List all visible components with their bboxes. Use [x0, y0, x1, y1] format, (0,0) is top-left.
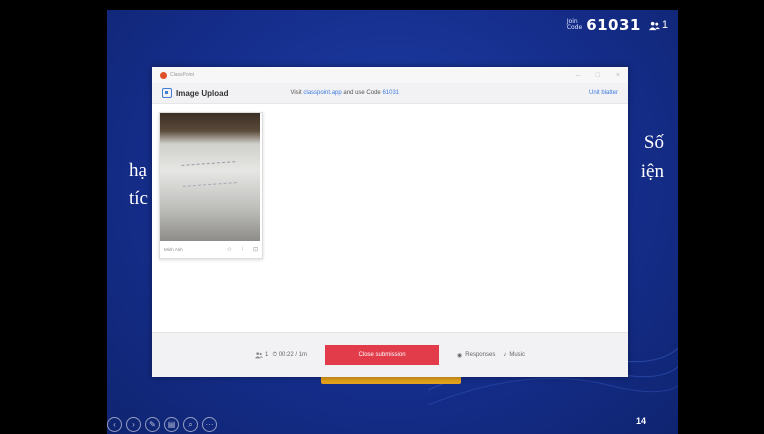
expand-icon[interactable]: ⊡	[253, 246, 258, 253]
people-icon	[648, 21, 660, 30]
music-label: Music	[509, 352, 525, 358]
minimize-button[interactable]: –	[576, 72, 580, 79]
code-label-bottom: Code	[566, 24, 583, 31]
previous-slide-button[interactable]: ‹	[107, 417, 122, 432]
star-icon[interactable]: ☆	[227, 246, 232, 253]
participant-count: 1	[648, 19, 668, 31]
more-options-button[interactable]: ···	[202, 417, 217, 432]
pen-tool-button[interactable]: ✎	[145, 417, 160, 432]
eye-icon: ◉	[457, 352, 463, 359]
responses-label: Responses	[465, 352, 496, 358]
submission-count-value: 1	[264, 352, 269, 358]
class-code: 61031	[586, 16, 641, 34]
download-icon[interactable]: ↓	[241, 246, 244, 253]
join-instructions: Visit classpoint.app and use Code 61031	[290, 90, 400, 96]
handwriting	[181, 161, 237, 187]
close-window-button[interactable]: ×	[616, 72, 620, 79]
join-link[interactable]: classpoint.app	[303, 90, 341, 96]
activity-title: Image Upload	[176, 88, 229, 98]
activity-footer: 1 ⏱ 00:22 / 1m Close submission ◉ Respon…	[152, 332, 628, 377]
slide-text-right-1: Số	[643, 132, 664, 153]
submitter-name: Minh Anh	[164, 246, 183, 252]
slide-text-right-2: iện	[640, 161, 664, 182]
timer: ⏱ 00:22 / 1m	[272, 352, 307, 359]
maximize-button[interactable]: □	[596, 72, 600, 79]
app-logo-icon	[160, 71, 167, 79]
join-code: 61031	[382, 90, 400, 96]
slide-text-left-1: hạ	[129, 160, 147, 181]
responses-toggle[interactable]: ◉ Responses	[457, 352, 495, 359]
next-slide-button[interactable]: ›	[126, 417, 141, 432]
timer-value: 00:22 / 1m	[278, 351, 308, 358]
activity-header: Image Upload Visit classpoint.app and us…	[152, 83, 628, 104]
slides-overview-button[interactable]: ▤	[164, 417, 179, 432]
submissions-area: Minh Anh ☆ ↓ ⊡	[152, 104, 628, 332]
submission-footer: Minh Anh ☆ ↓ ⊡	[160, 241, 262, 257]
submission-count: 1	[254, 351, 269, 359]
window-titlebar: ClassPoint – □ ×	[152, 67, 628, 83]
music-toggle[interactable]: ♪ Music	[503, 352, 525, 358]
clock-icon: ⏱	[272, 351, 278, 358]
submitted-image[interactable]	[160, 113, 260, 241]
close-submission-button[interactable]: Close submission	[325, 345, 440, 365]
slide-page-number: 14	[635, 416, 646, 426]
slide-text-left-2: tíc	[129, 188, 148, 209]
presenter-toolbar: ‹ › ✎ ▤ ⌕ ···	[107, 417, 217, 432]
people-icon	[254, 352, 263, 359]
submission-card[interactable]: Minh Anh ☆ ↓ ⊡	[159, 112, 263, 259]
music-note-icon: ♪	[503, 352, 507, 358]
zoom-button[interactable]: ⌕	[183, 417, 198, 432]
app-name: ClassPoint	[170, 72, 194, 78]
header-action-link[interactable]: Unit blatter	[589, 90, 618, 96]
image-upload-window: ClassPoint – □ × Image Upload Visit clas…	[152, 67, 628, 377]
participant-count-value: 1	[661, 19, 668, 31]
window-controls: – □ ×	[576, 72, 620, 79]
image-upload-icon	[162, 88, 172, 98]
class-code-display: Join Code 61031 1	[567, 16, 668, 34]
